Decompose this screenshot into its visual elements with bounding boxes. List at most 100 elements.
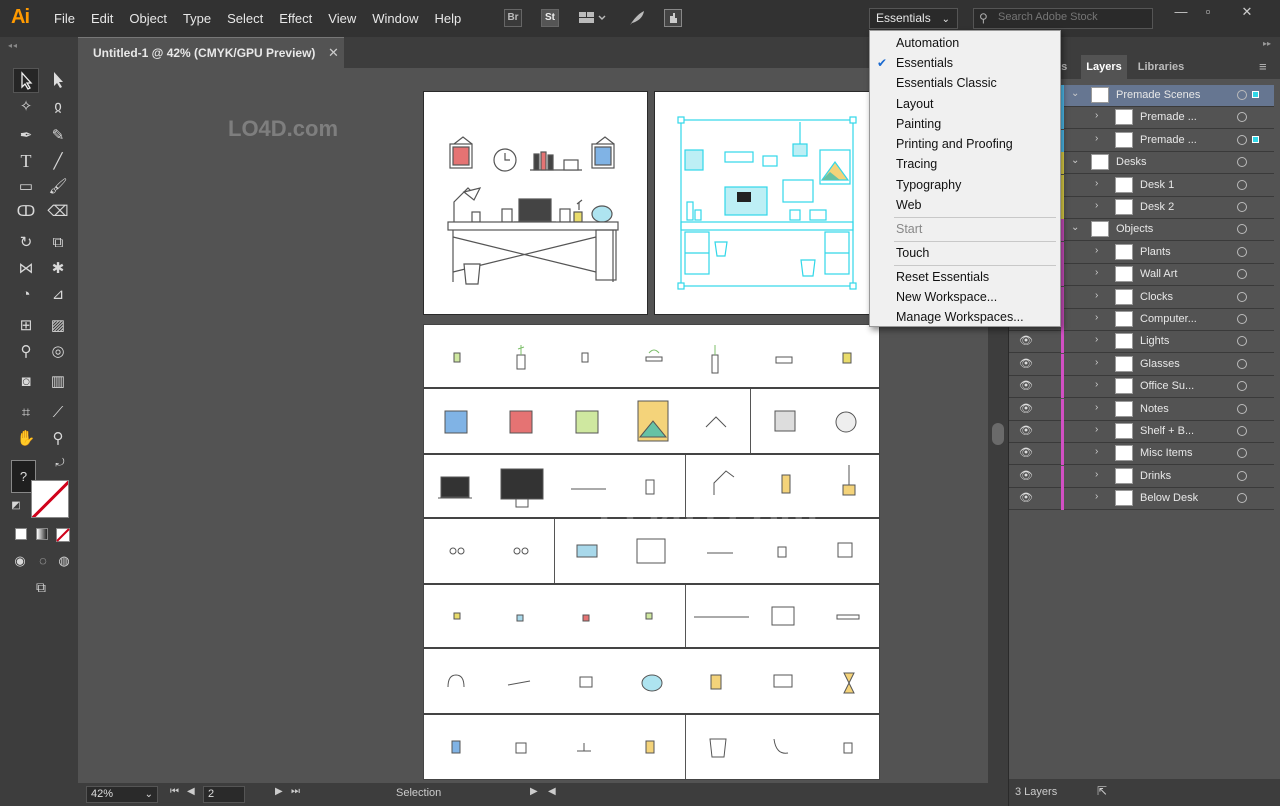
stroke-swatch[interactable] (31, 480, 69, 518)
artboard-number-field[interactable]: 2 (203, 786, 245, 803)
visibility-eye-icon[interactable]: 👁 (1019, 424, 1033, 437)
zoom-tool-icon[interactable]: ⚲ (45, 426, 71, 451)
ws-item-typography[interactable]: Typography (870, 175, 1060, 195)
next-artboard-icon[interactable]: ▶ (275, 786, 283, 797)
close-icon[interactable]: ✕ (1234, 3, 1260, 21)
menu-object[interactable]: Object (121, 0, 175, 37)
width-tool-icon[interactable]: ⋈ (13, 256, 39, 281)
asset-band-misc[interactable] (423, 648, 880, 714)
menu-file[interactable]: File (46, 0, 83, 37)
sublayer-row[interactable]: 👁 › Below Desk (1009, 488, 1274, 511)
last-artboard-icon[interactable]: ⏭ (291, 786, 300, 797)
tab-layers[interactable]: Layers (1081, 55, 1127, 79)
perspective-grid-tool-icon[interactable]: ⊿ (45, 282, 71, 307)
target-circle-icon[interactable] (1237, 246, 1247, 257)
menu-view[interactable]: View (320, 0, 364, 37)
lasso-tool-icon[interactable]: ჲ (45, 94, 71, 119)
collapse-chevron-icon[interactable]: › (1095, 178, 1098, 189)
ws-item-essentials-classic[interactable]: Essentials Classic (870, 73, 1060, 93)
asset-band-wall-art-clocks[interactable] (423, 388, 880, 454)
target-circle-icon[interactable] (1237, 314, 1247, 324)
ws-new-workspace[interactable]: New Workspace... (870, 287, 1060, 307)
curvature-tool-icon[interactable]: ✎ (45, 123, 71, 148)
puppet-warp-tool-icon[interactable]: ✱ (45, 256, 71, 281)
pen-tool-icon[interactable]: ✒ (13, 123, 39, 148)
ws-reset-essentials[interactable]: Reset Essentials (870, 267, 1060, 287)
stock-icon[interactable]: St (541, 9, 559, 27)
collapse-chevron-icon[interactable]: › (1095, 379, 1098, 390)
target-circle-icon[interactable] (1237, 291, 1247, 302)
target-circle-icon[interactable] (1237, 403, 1247, 414)
expand-chevron-icon[interactable]: ⌄ (1071, 222, 1079, 233)
scroll-left-icon[interactable]: ◀ (548, 786, 556, 797)
sublayer-row[interactable]: 👁 › Notes (1009, 398, 1274, 421)
color-mode-icon[interactable] (12, 525, 30, 543)
target-circle-icon[interactable] (1237, 448, 1247, 459)
collapse-chevron-icon[interactable]: › (1095, 424, 1098, 435)
target-circle-icon[interactable] (1237, 179, 1247, 190)
menu-effect[interactable]: Effect (271, 0, 320, 37)
ws-item-touch[interactable]: Touch (870, 243, 1060, 263)
visibility-eye-icon[interactable]: 👁 (1019, 357, 1033, 370)
ws-item-tracing[interactable]: Tracing (870, 154, 1060, 174)
asset-band-plants[interactable] (423, 324, 880, 388)
arrange-documents-icon[interactable] (578, 9, 608, 27)
artboard-2[interactable] (654, 91, 870, 315)
ws-item-painting[interactable]: Painting (870, 114, 1060, 134)
shape-builder-tool-icon[interactable]: ◔ (13, 282, 39, 307)
maximize-icon[interactable]: ▫ (1195, 3, 1221, 21)
symbol-sprayer-tool-icon[interactable]: ◙ (13, 369, 39, 394)
tab-libraries[interactable]: Libraries (1131, 55, 1191, 79)
visibility-eye-icon[interactable]: 👁 (1019, 491, 1033, 504)
slice-tool-icon[interactable]: ⟋ (45, 400, 71, 425)
sublayer-row[interactable]: 👁 › Lights (1009, 331, 1274, 354)
document-tab[interactable]: Untitled-1 @ 42% (CMYK/GPU Preview) ✕ (78, 37, 344, 68)
screen-mode-icon[interactable]: ⧉ (28, 575, 54, 599)
draw-behind-icon[interactable]: ◌ (33, 551, 53, 571)
sublayer-row[interactable]: 👁 › Glasses (1009, 353, 1274, 376)
stock-search-box[interactable]: ⚲ (973, 8, 1153, 29)
target-circle-icon[interactable] (1237, 90, 1247, 100)
draw-mode-icon[interactable]: ◉ (10, 551, 30, 571)
collapse-chevron-icon[interactable]: › (1095, 290, 1098, 301)
mesh-tool-icon[interactable]: ⊞ (13, 313, 39, 338)
sublayer-row[interactable]: 👁 › Office Su... (1009, 376, 1274, 399)
type-tool-icon[interactable]: T (13, 149, 39, 174)
selection-indicator[interactable] (1252, 135, 1259, 143)
collapse-chevron-icon[interactable]: › (1095, 334, 1098, 345)
ws-item-essentials[interactable]: ✔ Essentials (870, 53, 1060, 73)
collapse-chevron-icon[interactable]: › (1095, 245, 1098, 256)
workspace-switcher[interactable]: Essentials ⌄ (869, 8, 958, 29)
canvas[interactable]: LO4D.com LO4D.com (78, 68, 988, 783)
stock-search-input[interactable] (998, 11, 1148, 23)
target-circle-icon[interactable] (1237, 426, 1247, 436)
asset-band-drinks-below-desk[interactable] (423, 714, 880, 780)
magic-wand-tool-icon[interactable]: ✧ (13, 94, 39, 119)
collapse-chevron-icon[interactable]: › (1095, 469, 1098, 480)
visibility-eye-icon[interactable]: 👁 (1019, 379, 1033, 392)
selection-indicator[interactable] (1252, 91, 1259, 98)
bridge-icon[interactable]: Br (504, 9, 522, 27)
menu-type[interactable]: Type (175, 0, 219, 37)
scroll-thumb[interactable] (992, 423, 1004, 445)
hand-tool-icon[interactable]: ✋ (13, 426, 39, 451)
direct-selection-tool-icon[interactable] (45, 68, 71, 93)
target-circle-icon[interactable] (1237, 134, 1247, 145)
collapse-chevron-icon[interactable]: › (1095, 133, 1098, 144)
ws-item-printing-proofing[interactable]: Printing and Proofing (870, 134, 1060, 154)
target-circle-icon[interactable] (1237, 224, 1247, 235)
swap-fill-stroke-icon[interactable]: ⤾ (52, 455, 68, 471)
expand-chevron-icon[interactable]: ⌄ (1071, 155, 1079, 166)
target-circle-icon[interactable] (1237, 157, 1247, 168)
zoom-field[interactable]: 42% ⌄ (86, 786, 158, 803)
feather-icon[interactable] (628, 9, 646, 27)
target-circle-icon[interactable] (1237, 202, 1247, 212)
menu-help[interactable]: Help (426, 0, 469, 37)
blend-tool-icon[interactable]: ◎ (45, 339, 71, 364)
target-circle-icon[interactable] (1237, 381, 1247, 392)
gpu-performance-icon[interactable] (664, 9, 682, 27)
expand-chevron-icon[interactable]: ⌄ (1071, 88, 1079, 99)
visibility-eye-icon[interactable]: 👁 (1019, 469, 1033, 482)
ws-item-automation[interactable]: Automation (870, 33, 1060, 53)
menu-select[interactable]: Select (219, 0, 271, 37)
